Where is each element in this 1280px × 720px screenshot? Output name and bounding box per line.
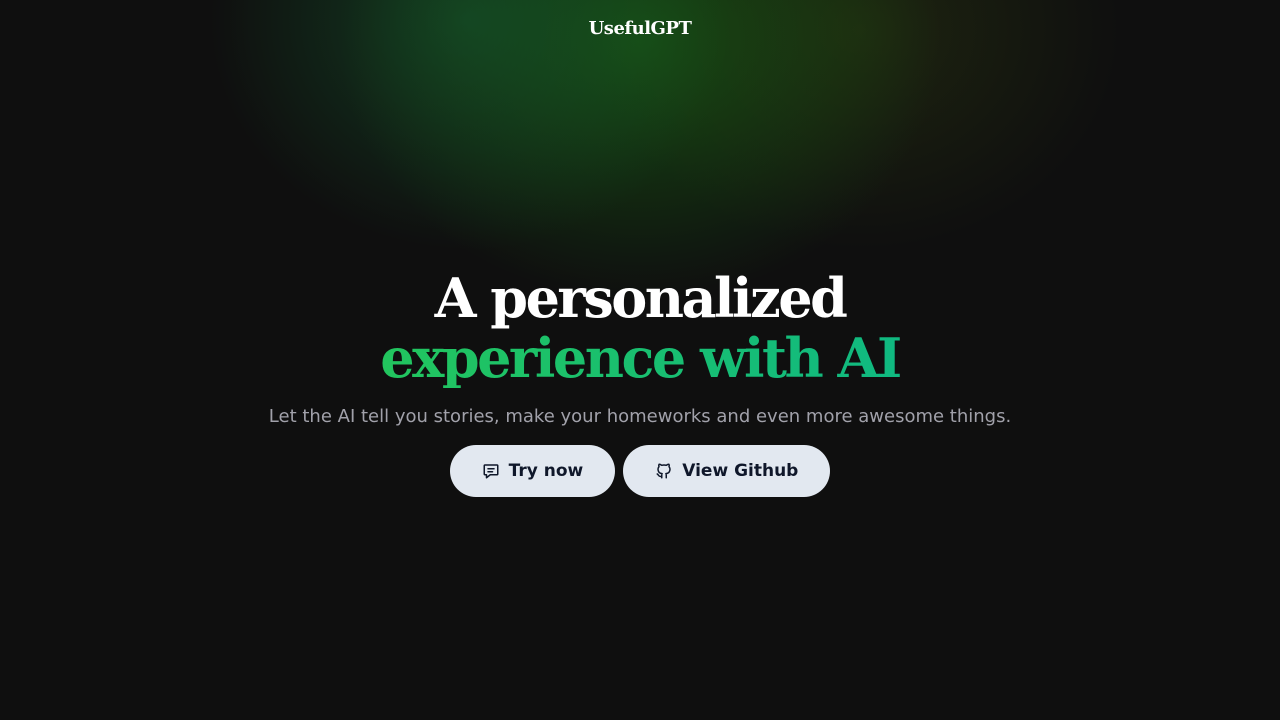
brand-logo[interactable]: UsefulGPT xyxy=(589,18,692,39)
hero-subtitle: Let the AI tell you stories, make your h… xyxy=(268,406,1012,427)
hero-headline: A personalized experience with AI xyxy=(380,266,902,390)
view-github-label: View Github xyxy=(682,461,799,481)
chat-bubble-icon xyxy=(482,462,500,480)
hero-section: A personalized experience with AI Let th… xyxy=(0,268,1280,497)
top-header: UsefulGPT xyxy=(0,0,1280,56)
try-now-label: Try now xyxy=(508,461,584,481)
github-icon xyxy=(655,462,673,480)
view-github-button[interactable]: View Github xyxy=(623,445,831,497)
hero-actions: Try now View Github xyxy=(449,445,831,497)
headline-line-1: A personalized xyxy=(434,266,848,330)
try-now-button[interactable]: Try now xyxy=(449,445,616,497)
headline-line-2: experience with AI xyxy=(380,326,902,390)
